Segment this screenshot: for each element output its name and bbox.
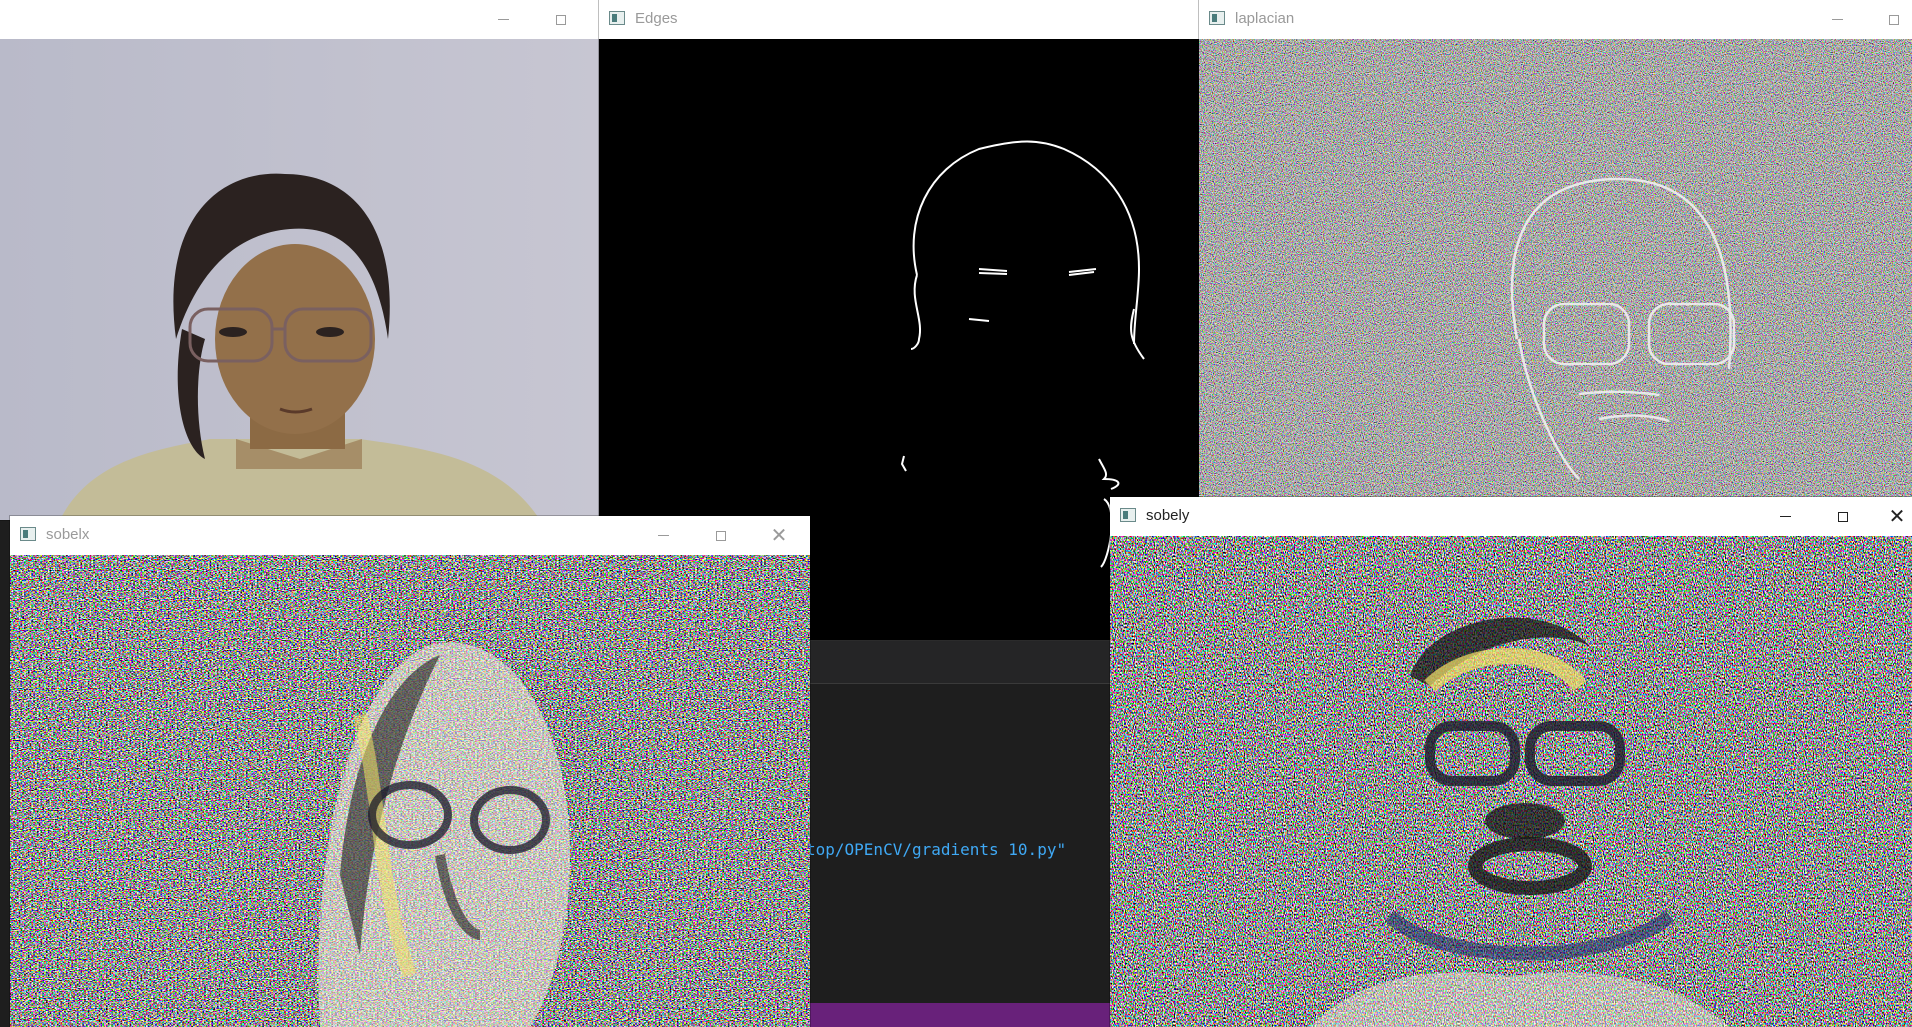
minimize-button[interactable] bbox=[640, 516, 686, 555]
sobely-frame bbox=[1110, 536, 1912, 1027]
laplacian-window[interactable]: laplacian bbox=[1199, 0, 1912, 500]
sobelx-window[interactable]: sobelx ✕ bbox=[10, 516, 810, 1027]
laplacian-frame bbox=[1199, 39, 1912, 500]
close-button[interactable]: ✕ bbox=[1874, 497, 1912, 536]
sobely-window[interactable]: sobely ✕ bbox=[1110, 497, 1912, 1027]
laplacian-window-title: laplacian bbox=[1235, 10, 1295, 27]
status-bar bbox=[800, 1003, 1112, 1027]
minimize-button[interactable] bbox=[1762, 497, 1808, 536]
close-icon: ✕ bbox=[1888, 504, 1906, 528]
maximize-button[interactable] bbox=[1820, 497, 1866, 536]
close-button[interactable]: ✕ bbox=[756, 516, 802, 555]
camera-image bbox=[0, 39, 599, 520]
sobelx-frame bbox=[10, 555, 810, 1027]
terminal-command-text: top/OPEnCV/gradients 10.py" bbox=[806, 840, 1067, 859]
sobelx-image bbox=[10, 555, 810, 1027]
sobely-titlebar[interactable]: sobely ✕ bbox=[1110, 497, 1912, 536]
camera-frame bbox=[0, 39, 599, 520]
close-icon: ✕ bbox=[770, 523, 788, 547]
minimize-button[interactable] bbox=[480, 0, 526, 39]
app-icon bbox=[1120, 508, 1136, 522]
app-icon bbox=[1209, 11, 1225, 25]
camera-titlebar[interactable] bbox=[0, 0, 599, 39]
minimize-button[interactable] bbox=[1814, 0, 1860, 39]
maximize-button[interactable] bbox=[1871, 0, 1912, 39]
laplacian-titlebar[interactable]: laplacian bbox=[1199, 0, 1912, 39]
maximize-button[interactable] bbox=[538, 0, 584, 39]
terminal-panel[interactable]: top/OPEnCV/gradients 10.py" bbox=[800, 640, 1112, 1027]
sobely-image bbox=[1110, 536, 1912, 1027]
app-icon bbox=[20, 527, 36, 541]
sobelx-titlebar[interactable]: sobelx ✕ bbox=[10, 516, 810, 555]
camera-window[interactable] bbox=[0, 0, 599, 520]
sobely-window-title: sobely bbox=[1146, 507, 1190, 524]
app-icon bbox=[609, 11, 625, 25]
laplacian-image bbox=[1199, 39, 1912, 500]
maximize-button[interactable] bbox=[698, 516, 744, 555]
terminal-tab-bar[interactable] bbox=[800, 641, 1112, 684]
sobelx-window-title: sobelx bbox=[46, 526, 90, 543]
edges-titlebar[interactable]: Edges bbox=[599, 0, 1199, 39]
edges-window-title: Edges bbox=[635, 10, 678, 27]
